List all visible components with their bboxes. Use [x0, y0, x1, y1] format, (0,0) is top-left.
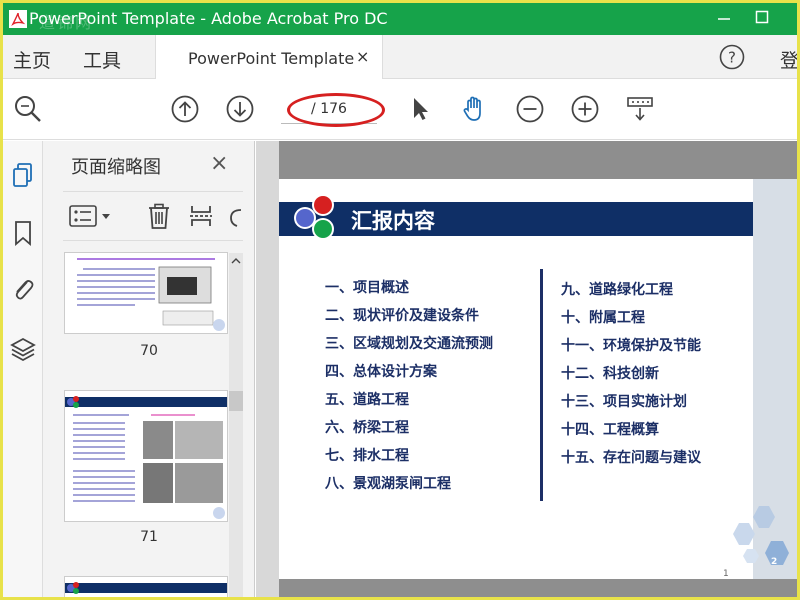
previous-page-edge	[279, 141, 797, 179]
thumbnails-close-icon[interactable]: ×	[210, 151, 228, 176]
toc-item: 十、附属工程	[561, 310, 645, 326]
svg-text:?: ?	[728, 49, 736, 67]
layers-icon[interactable]	[9, 335, 37, 363]
tab-label: PowerPoint Template	[188, 49, 355, 68]
watermark-text: 道锦网	[39, 13, 94, 32]
toc-item: 七、排水工程	[325, 448, 409, 464]
thumbnail-page-72[interactable]	[65, 577, 227, 597]
thumbnail-72-content-icon	[65, 582, 227, 594]
title-bar: PowerPoint Template - Adobe Acrobat Pro …	[3, 3, 797, 35]
zoom-out-icon[interactable]	[515, 94, 545, 124]
toc-item: 五、道路工程	[325, 392, 409, 408]
toc-item: 十一、环境保护及节能	[561, 338, 701, 354]
slide-page-number: 1	[723, 569, 729, 579]
rotate-icon[interactable]	[223, 202, 243, 230]
thumbnails-scrollbar[interactable]	[229, 253, 243, 597]
slide-page-badge: 2	[771, 557, 778, 567]
toc-item: 六、桥梁工程	[325, 420, 409, 436]
scroll-up-icon[interactable]	[229, 254, 243, 268]
next-page-icon[interactable]	[225, 94, 255, 124]
tab-close-icon[interactable]: ×	[356, 47, 369, 66]
previous-page-icon[interactable]	[170, 94, 200, 124]
toc-item: 十四、工程概算	[561, 422, 659, 438]
toc-item: 十五、存在问题与建议	[561, 450, 701, 466]
document-area: 汇报内容 一、项目概述 二、现状评价及建设条件 三、区域规划及交通流预测 四、总…	[256, 141, 797, 597]
tab-document[interactable]: PowerPoint Template ×	[155, 35, 383, 79]
toc-item: 九、道路绿化工程	[561, 282, 673, 298]
thumbnail-page-71[interactable]	[65, 391, 227, 521]
maximize-icon	[755, 10, 769, 24]
thumbnails-title: 页面缩略图	[71, 157, 161, 178]
attachment-icon[interactable]	[9, 275, 37, 303]
help-icon[interactable]: ?	[719, 44, 745, 70]
toc-item: 四、总体设计方案	[325, 364, 437, 380]
page-thumbnails-icon[interactable]	[9, 161, 37, 189]
toolbar	[3, 80, 797, 140]
thumbnail-71-number: 71	[140, 529, 158, 545]
delete-page-icon[interactable]	[145, 202, 173, 230]
left-rail	[3, 141, 43, 597]
options-menu-icon[interactable]	[69, 202, 113, 230]
slide-title: 汇报内容	[351, 209, 435, 233]
thumbnails-toolbar	[63, 191, 243, 241]
thumbnails-panel: 页面缩略图 × 70 71	[43, 141, 255, 597]
page-number-box	[281, 94, 377, 124]
toc-item: 一、项目概述	[325, 280, 409, 296]
toc-item: 八、景观湖泵闸工程	[325, 476, 451, 492]
hexagon-decoration-icon	[733, 506, 789, 565]
bookmark-icon[interactable]	[9, 219, 37, 247]
page-number-input[interactable]	[281, 94, 377, 124]
toc-divider	[540, 269, 543, 501]
maximize-button[interactable]	[747, 7, 777, 31]
minimize-button[interactable]	[709, 7, 739, 31]
zoom-search-icon[interactable]	[13, 94, 43, 124]
thumbnail-71-content-icon	[65, 396, 227, 519]
menu-home[interactable]: 主页	[13, 46, 51, 73]
toc-item: 十三、项目实施计划	[561, 394, 687, 410]
select-cursor-icon[interactable]	[405, 94, 435, 124]
scroll-mode-icon[interactable]	[625, 94, 655, 124]
acrobat-icon	[9, 10, 27, 28]
next-page-edge	[279, 579, 797, 597]
toc-item: 二、现状评价及建设条件	[325, 308, 479, 324]
minimize-icon	[718, 18, 730, 20]
document-page: 汇报内容 一、项目概述 二、现状评价及建设条件 三、区域规划及交通流预测 四、总…	[279, 179, 797, 579]
menu-bar: 主页 工具 PowerPoint Template × ? 登	[3, 35, 797, 79]
login-link[interactable]: 登	[780, 46, 797, 73]
menu-tools[interactable]: 工具	[83, 46, 121, 73]
thumbnail-70-content-icon	[77, 258, 225, 331]
thumbnails-scroll-thumb[interactable]	[229, 391, 243, 411]
app-window: PowerPoint Template - Adobe Acrobat Pro …	[0, 0, 800, 600]
thumbnail-70-number: 70	[140, 343, 158, 359]
toc-item: 十二、科技创新	[561, 366, 659, 382]
three-circles-logo-icon	[294, 194, 334, 240]
split-page-icon[interactable]	[187, 202, 215, 230]
zoom-in-icon[interactable]	[570, 94, 600, 124]
thumbnail-page-70[interactable]	[65, 253, 227, 333]
toc-item: 三、区域规划及交通流预测	[325, 336, 493, 352]
hand-tool-icon[interactable]	[459, 94, 489, 124]
